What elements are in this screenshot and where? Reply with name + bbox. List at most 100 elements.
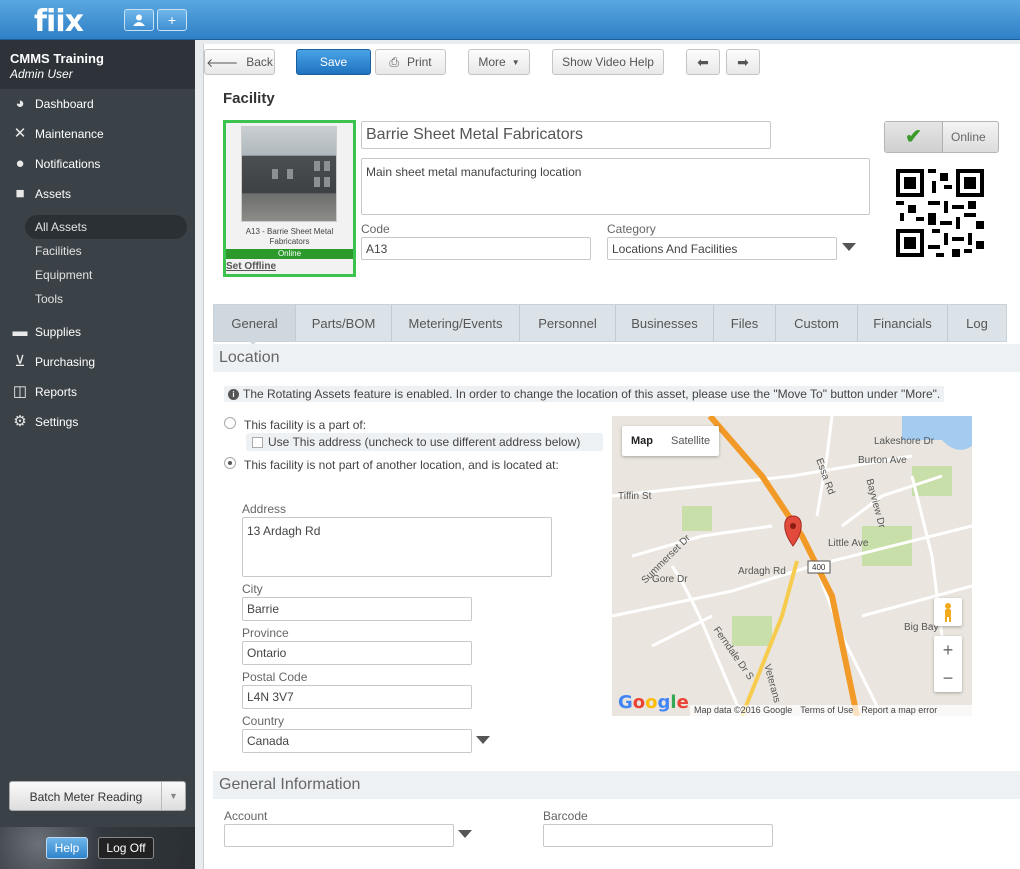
back-button[interactable]: 🡐 Back <box>204 49 275 75</box>
tab-files[interactable]: Files <box>714 305 776 341</box>
postal-code-input[interactable]: L4N 3V7 <box>242 685 472 709</box>
location-map[interactable]: 400 Map Satellite Lakeshore Dr Burton Av… <box>612 416 972 716</box>
info-icon: i <box>228 388 239 400</box>
rotating-assets-notice: i The Rotating Assets feature is enabled… <box>224 386 944 402</box>
map-type-control: Map Satellite <box>622 426 720 456</box>
sidebar-footer: Help Log Off <box>0 827 195 869</box>
facility-description-input[interactable]: Main sheet metal manufacturing location <box>361 158 870 215</box>
dashboard-icon: ◕ <box>15 95 25 112</box>
zoom-out-button[interactable]: − <box>934 664 962 692</box>
tab-financials[interactable]: Financials <box>858 305 948 341</box>
zoom-in-button[interactable]: + <box>934 636 962 664</box>
sidebar-item-dashboard[interactable]: ◕ Dashboard <box>10 94 93 114</box>
help-button[interactable]: Help <box>46 837 88 859</box>
arrow-right-icon: ➡ <box>737 53 749 70</box>
map-label-400: 400 <box>812 563 826 572</box>
sidebar-item-reports[interactable]: ◫ Reports <box>10 382 77 402</box>
tab-parts-bom[interactable]: Parts/BOM <box>296 305 392 341</box>
category-select[interactable]: Locations And Facilities <box>607 237 837 260</box>
category-dropdown-arrow-icon[interactable] <box>842 243 856 251</box>
caret-down-icon: ▼ <box>511 57 520 67</box>
user-icon <box>133 14 145 26</box>
user-button[interactable] <box>124 9 154 31</box>
country-dropdown-arrow-icon[interactable] <box>476 736 490 744</box>
map-type-map-button[interactable]: Map <box>622 426 662 456</box>
batch-meter-reading-label: Batch Meter Reading <box>29 790 143 804</box>
sidebar-subitem-facilities[interactable]: Facilities <box>35 244 82 258</box>
map-type-satellite-button[interactable]: Satellite <box>662 426 719 456</box>
next-record-button[interactable]: ➡ <box>726 49 760 75</box>
facility-photo[interactable] <box>241 126 337 222</box>
more-button[interactable]: More ▼ <box>468 49 530 75</box>
fiix-logo[interactable]: fiix <box>34 4 84 39</box>
sidebar-item-supplies[interactable]: ▬ Supplies <box>10 322 82 342</box>
province-input[interactable]: Ontario <box>242 641 472 665</box>
sidebar-item-label: Maintenance <box>35 127 104 141</box>
toolbar: 🡐 Back Save ⎙ Print More ▼ Show Video He… <box>204 44 1020 84</box>
city-input[interactable]: Barrie <box>242 597 472 621</box>
opt-not-part-label: This facility is not part of another loc… <box>244 458 559 472</box>
map-label: Burton Ave <box>858 455 907 466</box>
online-toggle[interactable]: ✔ Online <box>884 121 999 153</box>
tab-log[interactable]: Log <box>948 305 1006 341</box>
code-input[interactable]: A13 <box>361 237 591 260</box>
tab-businesses[interactable]: Businesses <box>616 305 714 341</box>
report-map-error-link[interactable]: Report a map error <box>857 705 941 716</box>
facility-name-input[interactable]: Barrie Sheet Metal Fabricators <box>361 121 771 149</box>
sidebar-item-purchasing[interactable]: ⊻ Purchasing <box>10 352 96 372</box>
map-attribution: Map data ©2016 Google Terms of Use Repor… <box>690 705 972 716</box>
show-video-help-button[interactable]: Show Video Help <box>552 49 664 75</box>
country-select[interactable]: Canada <box>242 729 472 753</box>
tab-custom[interactable]: Custom <box>776 305 858 341</box>
use-address-checkbox-row[interactable]: Use This address (uncheck to use differe… <box>246 433 603 451</box>
barcode-input[interactable] <box>543 824 773 847</box>
batch-meter-reading-button[interactable]: Batch Meter Reading ▼ <box>9 781 186 811</box>
city-label: City <box>242 582 263 596</box>
cart-icon: ⊻ <box>14 353 26 370</box>
address-input[interactable]: 13 Ardagh Rd <box>242 517 552 577</box>
qr-code-icon <box>896 169 984 257</box>
print-button[interactable]: ⎙ Print <box>375 49 446 75</box>
save-button[interactable]: Save <box>296 49 371 75</box>
facility-photo-card[interactable]: A13 - Barrie Sheet Metal Fabricators Onl… <box>223 120 356 277</box>
sidebar-item-maintenance[interactable]: ✕ Maintenance <box>10 124 104 144</box>
radio-not-part-of[interactable] <box>224 457 236 469</box>
street-view-pegman-icon[interactable] <box>934 598 962 626</box>
wrench-icon: ✕ <box>13 125 27 142</box>
sidebar-item-notifications[interactable]: ● Notifications <box>10 154 100 174</box>
sidebar-subitem-all-assets[interactable]: All Assets <box>35 220 87 234</box>
account-select[interactable] <box>224 824 454 847</box>
sidebar-item-assets[interactable]: ■ Assets <box>10 184 71 204</box>
sidebar-item-label: Reports <box>35 385 78 399</box>
terms-of-use-link[interactable]: Terms of Use <box>796 705 857 716</box>
chevron-down-icon[interactable]: ▼ <box>161 782 185 810</box>
prev-record-button[interactable]: ⬅ <box>686 49 720 75</box>
sidebar-item-label: Settings <box>35 415 79 429</box>
use-address-checkbox[interactable] <box>252 436 263 448</box>
photo-caption: A13 - Barrie Sheet Metal Fabricators <box>245 227 334 246</box>
account-label: Account <box>224 809 268 823</box>
sidebar-subitem-equipment[interactable]: Equipment <box>35 268 92 282</box>
add-button[interactable]: + <box>157 9 187 31</box>
user-box: CMMS Training Admin User <box>0 40 195 89</box>
postal-code-label: Postal Code <box>242 670 308 684</box>
sidebar-item-label: Notifications <box>35 157 101 171</box>
more-label: More <box>478 55 506 69</box>
radio-part-of[interactable] <box>224 417 236 429</box>
account-dropdown-arrow-icon[interactable] <box>458 830 472 838</box>
photo-status-badge: Online <box>226 249 353 259</box>
tab-personnel[interactable]: Personnel <box>520 305 616 341</box>
arrow-left-icon: 🡐 <box>206 55 239 70</box>
tab-general[interactable]: General <box>214 305 296 341</box>
rotating-assets-notice-text: The Rotating Assets feature is enabled. … <box>243 387 941 401</box>
tab-metering-events[interactable]: Metering/Events <box>392 305 520 341</box>
set-offline-link[interactable]: Set Offline <box>226 261 276 272</box>
code-label: Code <box>361 222 390 236</box>
sidebar-item-settings[interactable]: ⚙ Settings <box>10 412 78 432</box>
boxes-icon: ■ <box>15 185 25 202</box>
user-role: Admin User <box>10 67 73 81</box>
sidebar-subitem-tools[interactable]: Tools <box>35 292 63 306</box>
log-off-button[interactable]: Log Off <box>98 837 154 859</box>
barcode-label: Barcode <box>543 809 588 823</box>
sidebar-item-label: Assets <box>35 187 72 201</box>
